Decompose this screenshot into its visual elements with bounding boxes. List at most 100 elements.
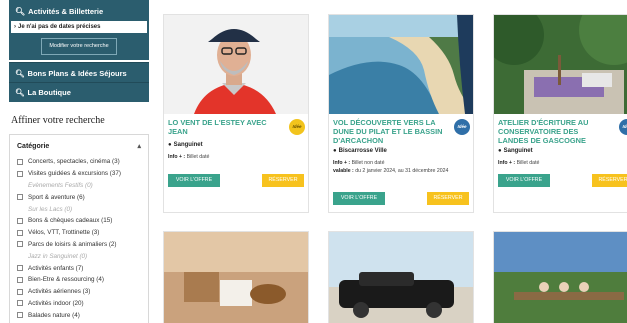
idea-badge: Idée <box>289 119 305 135</box>
info-value: Billet non daté <box>351 160 385 167</box>
offer-card: ATELIER D'ÉCRITURE AU CONSERVATOIRE DES … <box>493 14 627 213</box>
activities-panel: 🔍︎ Activités & Billetterie › Je n'ai pas… <box>9 0 149 60</box>
valid-value: du 2 janvier 2024, au 31 décembre 2024 <box>355 168 449 175</box>
no-dates-option[interactable]: › Je n'ai pas de dates précises <box>11 21 147 33</box>
boutique-link[interactable]: 🔍︎ La Boutique <box>9 82 149 101</box>
category-checkbox[interactable] <box>17 241 23 248</box>
category-checkbox[interactable] <box>17 288 23 295</box>
reserve-button[interactable]: RÉSERVER <box>427 192 469 205</box>
category-checkbox[interactable] <box>17 229 23 236</box>
category-option[interactable]: Bons & chèques cadeaux (15) <box>17 215 141 227</box>
category-list: Concerts, spectacles, cinéma (3) Visites … <box>17 156 141 321</box>
category-label: Evènements Festifs (0) <box>28 181 93 189</box>
valid-label: valable : <box>333 168 354 175</box>
category-option[interactable]: Vélos, VTT, Trottinette (3) <box>17 227 141 239</box>
view-offer-button[interactable]: VOIR L'OFFRE <box>333 192 385 205</box>
modify-search-button[interactable]: Modifier votre recherche <box>41 38 117 55</box>
location-label: Sanguinet <box>173 141 203 148</box>
offer-location: ● Biscarrosse Ville <box>333 148 469 154</box>
category-option[interactable]: Visites guidées & excursions (37) <box>17 168 141 180</box>
category-option[interactable]: Concerts, spectacles, cinéma (3) <box>17 156 141 168</box>
category-checkbox[interactable] <box>17 158 23 165</box>
category-option[interactable]: Bien-Etre & ressourcing (4) <box>17 274 141 286</box>
info-value: Billet daté <box>186 153 210 160</box>
category-label: Activités indoor (20) <box>28 299 84 307</box>
location-label: Biscarrosse Ville <box>338 148 387 155</box>
offer-image[interactable] <box>163 231 309 323</box>
offer-location: ● Sanguinet <box>168 142 304 148</box>
idea-badge: Idée <box>454 119 470 135</box>
idea-badge: Idée <box>619 119 627 135</box>
activities-heading[interactable]: 🔍︎ Activités & Billetterie <box>9 0 149 21</box>
category-label: Bons & chèques cadeaux (15) <box>28 217 113 225</box>
category-title: Catégorie <box>17 142 50 150</box>
category-label: Balades nature (4) <box>28 311 80 319</box>
category-label: Vélos, VTT, Trottinette (3) <box>28 229 100 237</box>
category-label: Bien-Etre & ressourcing (4) <box>28 276 104 284</box>
category-option: Sur les Lacs (0) <box>17 203 141 215</box>
category-label: Visites guidées & excursions (37) <box>28 170 121 178</box>
offer-card: VOL DÉCOUVERTE VERS LA DUNE DU PILAT ET … <box>328 14 474 213</box>
view-offer-button[interactable]: VOIR L'OFFRE <box>168 174 220 187</box>
boutique-label: La Boutique <box>27 88 71 97</box>
category-option: Evènements Festifs (0) <box>17 180 141 192</box>
chevron-right-icon: › <box>14 24 16 30</box>
category-label: Parcs de loisirs & animaliers (2) <box>28 240 117 248</box>
offer-card: LO VENT DE L'ESTEY AVEC JEAN Idée ● Sang… <box>163 14 309 213</box>
offer-image[interactable] <box>328 231 474 323</box>
offer-image[interactable] <box>494 15 627 114</box>
view-offer-button[interactable]: VOIR L'OFFRE <box>498 174 550 187</box>
offer-image[interactable] <box>164 15 308 114</box>
info-label: Info + : <box>168 153 186 160</box>
activities-label: Activités & Billetterie <box>28 7 104 16</box>
offer-body: ATELIER D'ÉCRITURE AU CONSERVATOIRE DES … <box>494 114 627 212</box>
category-option[interactable]: Activités indoor (20) <box>17 298 141 310</box>
info-value: Billet daté <box>516 160 540 167</box>
category-checkbox[interactable] <box>17 265 23 272</box>
category-option[interactable]: Balades nature (4) <box>17 309 141 321</box>
category-checkbox[interactable] <box>17 300 23 307</box>
category-label: Sur les Lacs (0) <box>28 205 73 213</box>
info-label: Info + : <box>333 160 351 167</box>
no-dates-label: Je n'ai pas de dates précises <box>18 24 101 30</box>
category-checkbox[interactable] <box>17 276 23 283</box>
category-label: Sport & aventure (6) <box>28 193 85 201</box>
category-option[interactable]: Activités aériennes (3) <box>17 286 141 298</box>
offer-info: Info + : Billet daté <box>498 159 627 167</box>
offer-info: Info + : Billet daté <box>168 153 304 161</box>
offer-image[interactable] <box>329 15 473 114</box>
sidebar: 🔍︎ Activités & Billetterie › Je n'ai pas… <box>9 0 149 323</box>
search-icon: 🔍︎ <box>15 88 25 97</box>
category-checkbox[interactable] <box>17 312 23 319</box>
bons-plans-link[interactable]: 🔍︎ Bons Plans & Idées Séjours <box>9 63 149 82</box>
offer-title[interactable]: ATELIER D'ÉCRITURE AU CONSERVATOIRE DES … <box>498 118 610 145</box>
category-label: Activités aériennes (3) <box>28 288 91 296</box>
category-checkbox[interactable] <box>17 194 23 201</box>
category-label: Activités enfants (7) <box>28 264 84 272</box>
reserve-button[interactable]: RÉSERVER <box>592 174 627 187</box>
category-label: Jazz in Sanguinet (0) <box>28 252 88 260</box>
search-icon: 🔍︎ <box>15 7 26 16</box>
offer-actions: VOIR L'OFFRE RÉSERVER <box>498 174 627 187</box>
offer-title[interactable]: LO VENT DE L'ESTEY AVEC JEAN <box>168 118 280 137</box>
category-option[interactable]: Sport & aventure (6) <box>17 191 141 203</box>
bons-plans-label: Bons Plans & Idées Séjours <box>27 69 127 78</box>
category-checkbox[interactable] <box>17 170 23 177</box>
side-links: 🔍︎ Bons Plans & Idées Séjours 🔍︎ La Bout… <box>9 62 149 102</box>
category-header[interactable]: Catégorie ▴ <box>17 142 141 151</box>
category-option[interactable]: Activités enfants (7) <box>17 262 141 274</box>
category-option[interactable]: Parcs de loisirs & animaliers (2) <box>17 239 141 251</box>
category-checkbox[interactable] <box>17 217 23 224</box>
offer-actions: VOIR L'OFFRE RÉSERVER <box>168 174 304 187</box>
offer-actions: VOIR L'OFFRE RÉSERVER <box>333 192 469 205</box>
location-label: Sanguinet <box>503 148 533 155</box>
category-option: Jazz in Sanguinet (0) <box>17 250 141 262</box>
info-label: Info + : <box>498 160 516 167</box>
reserve-button[interactable]: RÉSERVER <box>262 174 304 187</box>
map-pin-icon: ● <box>333 148 337 155</box>
map-pin-icon: ● <box>498 148 502 155</box>
chevron-up-icon: ▴ <box>137 143 141 150</box>
search-icon: 🔍︎ <box>15 69 25 78</box>
offer-title[interactable]: VOL DÉCOUVERTE VERS LA DUNE DU PILAT ET … <box>333 118 445 145</box>
offer-image[interactable] <box>493 231 627 323</box>
